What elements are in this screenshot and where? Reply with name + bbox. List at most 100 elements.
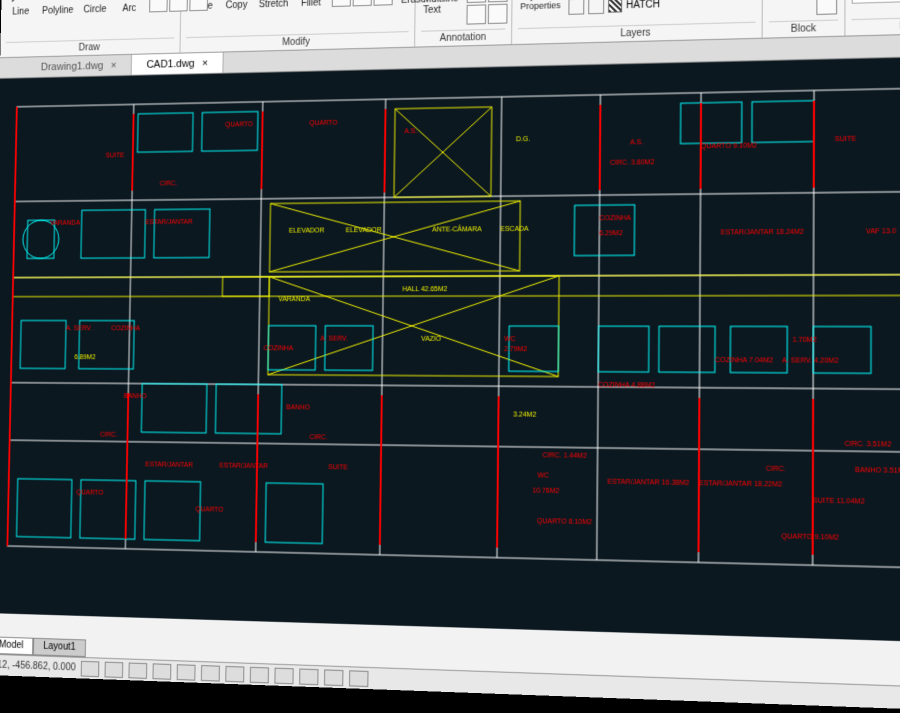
copy-button[interactable]: Copy	[222, 0, 252, 13]
room-label: BANHO	[286, 404, 310, 411]
room-label: SUITE	[105, 152, 124, 159]
lwt-toggle[interactable]	[226, 665, 245, 682]
drawing-canvas[interactable]: SUITEQUARTOQUARTOCIRC.A.S.A.S.CIRC. 3.80…	[0, 55, 900, 644]
snap-toggle[interactable]	[81, 660, 100, 676]
mod-mini-6[interactable]	[373, 0, 392, 6]
arc-button[interactable]: Arc	[115, 0, 145, 16]
grid-toggle[interactable]	[105, 661, 124, 677]
room-label: ANTE-CÂMARA	[432, 226, 482, 233]
room-label: 3.24M2	[513, 411, 536, 418]
cursor-coords: 912, -456.862, 0.000	[0, 660, 76, 674]
room-label: CIRC.	[766, 466, 786, 474]
room-label: QUARTO	[225, 121, 253, 128]
tab-label: Drawing1.dwg	[41, 60, 104, 73]
status-extra-4[interactable]	[349, 670, 369, 687]
osnap-toggle[interactable]	[177, 664, 196, 680]
room-label: SUITE	[328, 464, 348, 471]
lineweight-selector[interactable]: ByLayer	[852, 0, 900, 4]
draw-mini-5[interactable]	[169, 0, 188, 12]
panel-label: Annotation	[421, 28, 506, 46]
anno-mini-6[interactable]	[488, 4, 508, 24]
mtext-button[interactable]: A Multiline Text	[421, 0, 461, 18]
room-label: BANHO	[124, 393, 147, 400]
room-label: CIRC.	[309, 434, 327, 441]
room-label: 2.79M2	[504, 346, 527, 353]
tab-label: CAD1.dwg	[146, 58, 194, 71]
room-label: ESTAR/JANTAR 16.38M2	[607, 479, 689, 488]
status-extra-1[interactable]	[275, 667, 294, 684]
draw-mini-6[interactable]	[189, 0, 208, 11]
document-tab[interactable]: Drawing1.dwg ×	[26, 55, 132, 78]
room-label: D.G.	[516, 136, 530, 143]
panel-label: Block	[769, 19, 838, 37]
mod-mini-5[interactable]	[352, 0, 371, 6]
line-button[interactable]: Line	[6, 0, 35, 19]
room-label: COZINHA	[599, 215, 631, 222]
anno-mini-5[interactable]	[466, 4, 486, 24]
label: Circle	[83, 4, 106, 15]
room-label: QUARTO 9.10M2	[781, 533, 839, 542]
room-label: A. SERV.	[320, 336, 348, 343]
label: Layer Properties	[520, 0, 561, 11]
polyline-button[interactable]: Polyline	[40, 0, 76, 18]
polar-toggle[interactable]	[153, 663, 172, 679]
room-label: ESTAR/JANTAR 18.24M2	[721, 229, 804, 237]
stretch-button[interactable]: Stretch	[257, 0, 291, 12]
draw-mini-4[interactable]	[149, 0, 168, 12]
anno-mini-4[interactable]	[488, 0, 508, 2]
room-label: VAZIO	[421, 336, 441, 343]
room-label: HALL 42.65M2	[402, 286, 447, 293]
layer-properties-button[interactable]: Layer Properties	[518, 0, 563, 13]
room-label: 1.70M2	[792, 337, 816, 344]
fillet-button[interactable]: Fillet	[296, 0, 327, 11]
status-extra-2[interactable]	[299, 668, 318, 685]
panel-modify: Move Copy Stretch Fillet	[180, 0, 416, 53]
anno-mini-3[interactable]	[466, 0, 486, 3]
close-icon[interactable]: ×	[111, 59, 117, 71]
room-label: CIRC. 3.51M2	[844, 441, 891, 449]
document-tab[interactable]: CAD1.dwg ×	[132, 52, 224, 74]
circle-button[interactable]: Circle	[80, 0, 110, 17]
block-mini-3[interactable]	[816, 0, 837, 15]
room-label: QUARTO 8.10M2	[537, 518, 592, 526]
layout-tab-layout1[interactable]: Layout1	[33, 638, 86, 657]
label: Line	[12, 7, 29, 18]
arc-icon	[117, 0, 143, 2]
floorplan-graphic	[0, 55, 900, 644]
room-label: SUITE	[835, 136, 857, 144]
room-label: A. SERV. 4.20M2	[782, 357, 838, 365]
room-label: A.S.	[404, 128, 417, 135]
room-label: A. SERV.	[66, 325, 92, 332]
room-label: COZINHA	[264, 345, 294, 352]
close-icon[interactable]: ×	[202, 57, 208, 69]
room-label: VARANDA	[50, 220, 80, 227]
anno-extras	[466, 0, 508, 25]
panel-label: Properties	[852, 15, 900, 35]
hatch-selector[interactable]: HATCH	[568, 0, 759, 15]
modify-extras	[332, 0, 393, 7]
room-label: CIRC.	[160, 180, 178, 187]
room-label: ESTAR/JANTAR	[219, 463, 267, 471]
room-label: WC	[504, 336, 516, 343]
room-label: QUARTO	[309, 120, 337, 127]
label: Fillet	[301, 0, 321, 9]
layout-tab-model[interactable]: Model	[0, 636, 34, 655]
panel-layers: Layer Properties HATCH Layers	[512, 0, 763, 44]
label: Stretch	[259, 0, 289, 10]
room-label: ELEVADOR	[346, 227, 382, 234]
room-label: 6.89M2	[74, 354, 95, 361]
otrack-toggle[interactable]	[201, 665, 220, 682]
room-label: 6.29M2	[599, 230, 622, 237]
room-label: ESTAR/JANTAR 18.22M2	[699, 480, 782, 489]
mod-mini-4[interactable]	[332, 0, 351, 7]
room-label: CIRC. 1.44M2	[543, 452, 587, 460]
ls[interactable]	[568, 0, 584, 15]
room-label: BANHO 3.51M2	[855, 467, 900, 475]
room-label: QUARTO	[76, 489, 103, 496]
room-label: CIRC.	[100, 432, 118, 439]
room-label: VAF 13.0	[866, 228, 896, 235]
status-bar: 912, -456.862, 0.000	[0, 654, 900, 713]
ls[interactable]	[588, 0, 604, 14]
ortho-toggle[interactable]	[129, 662, 148, 678]
status-extra-3[interactable]	[324, 669, 343, 686]
